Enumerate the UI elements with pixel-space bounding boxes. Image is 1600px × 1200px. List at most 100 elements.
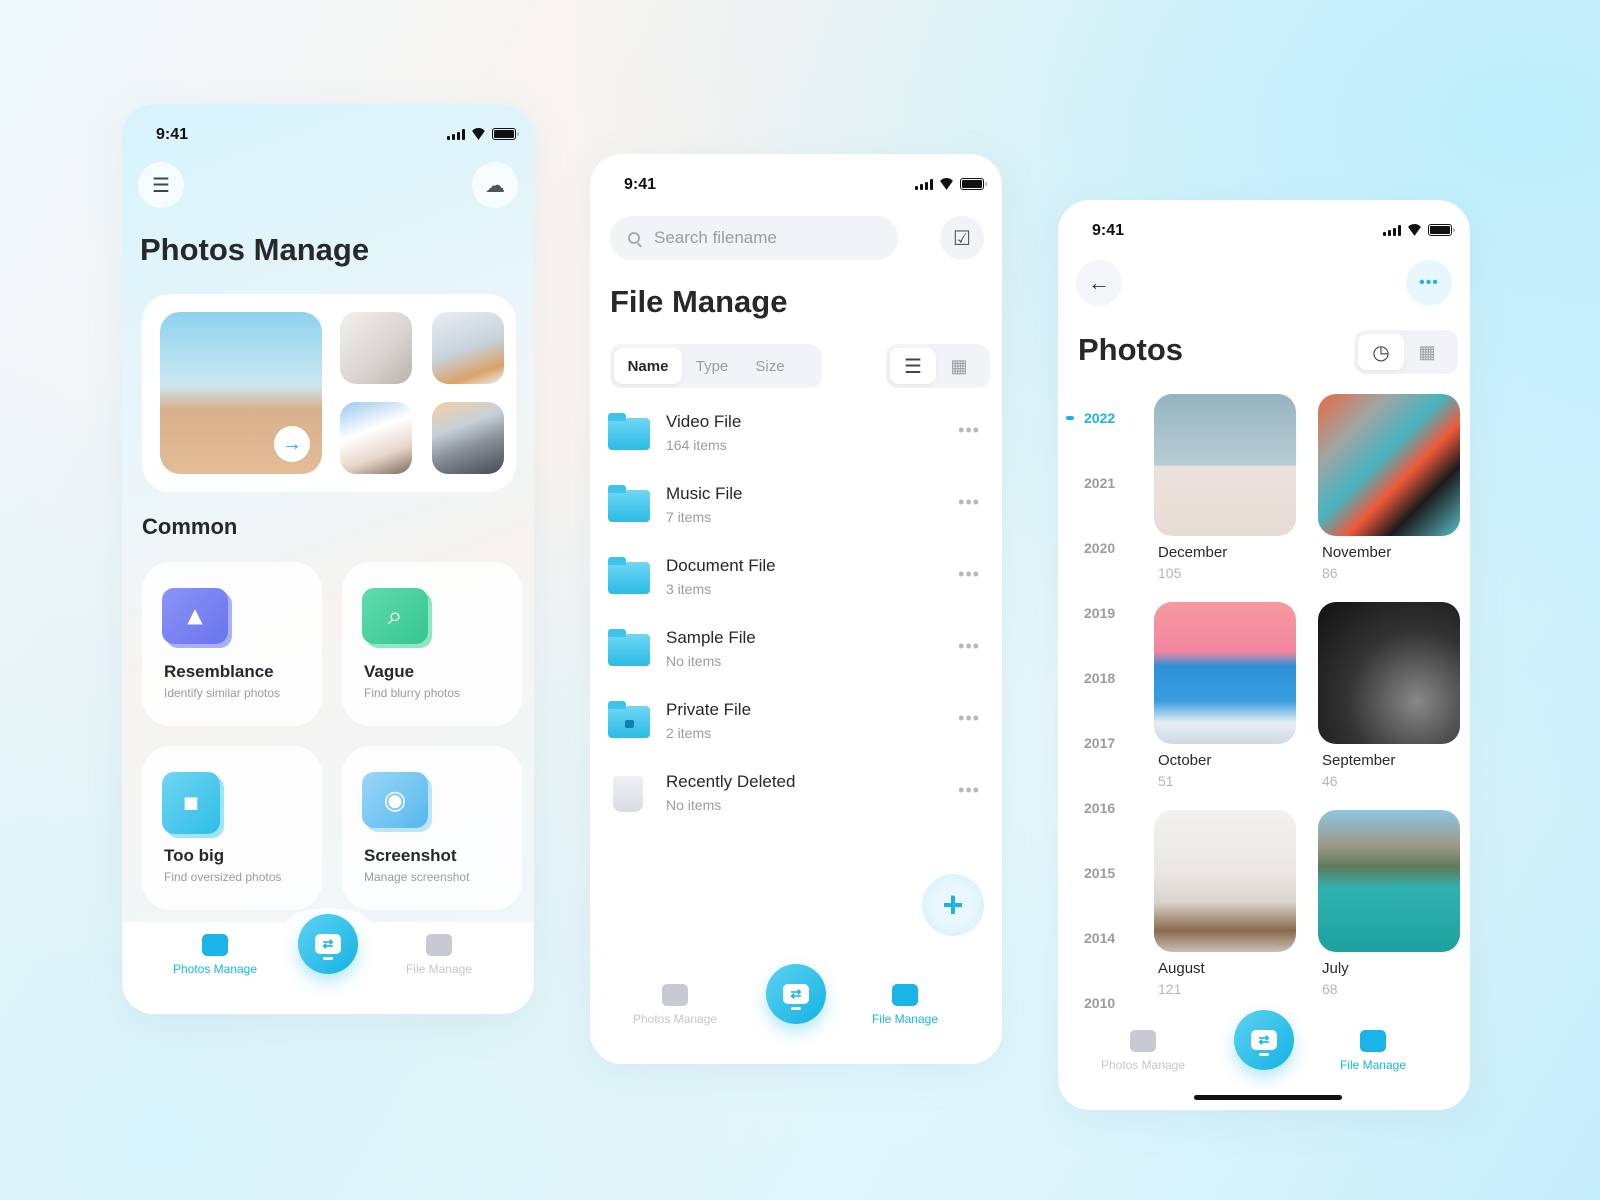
file-row[interactable]: Document File 3 items ••• bbox=[608, 554, 988, 614]
photo-thumbnail[interactable] bbox=[432, 402, 504, 474]
page-title: Photos Manage bbox=[140, 232, 370, 267]
add-button[interactable]: + bbox=[922, 874, 984, 936]
photo-icon bbox=[1130, 1030, 1156, 1052]
screenshot-card[interactable]: ◉ Screenshot Manage screenshot bbox=[342, 746, 522, 910]
month-album[interactable]: August 121 bbox=[1154, 810, 1296, 997]
tab-bar: Photos Manage File Manage ⇄ bbox=[122, 908, 534, 1014]
folder-icon bbox=[426, 934, 452, 956]
transfer-button[interactable]: ⇄ bbox=[766, 964, 826, 1024]
search-input[interactable]: Search filename bbox=[610, 216, 898, 260]
tab-label: File Manage bbox=[1339, 1058, 1407, 1072]
folder-icon bbox=[1360, 1030, 1386, 1052]
month-album[interactable]: September 46 bbox=[1318, 602, 1460, 789]
more-options-icon[interactable]: ••• bbox=[958, 708, 980, 729]
list-view-button[interactable]: ☰ bbox=[890, 348, 936, 384]
grid-icon: ▦ bbox=[1418, 341, 1436, 362]
album-cover bbox=[1318, 602, 1460, 744]
status-bar: 9:41 bbox=[590, 172, 1002, 196]
more-options-icon[interactable]: ••• bbox=[958, 492, 980, 513]
tab-photos-manage[interactable]: Photos Manage bbox=[620, 984, 730, 1026]
photo-thumbnail[interactable] bbox=[432, 312, 504, 384]
sort-type[interactable]: Type bbox=[682, 348, 742, 384]
photo-thumbnail[interactable] bbox=[340, 402, 412, 474]
file-row[interactable]: Private File 2 items ••• bbox=[608, 698, 988, 758]
more-options-icon[interactable]: ••• bbox=[958, 564, 980, 585]
year-item[interactable]: 2020 bbox=[1084, 540, 1144, 556]
vague-card[interactable]: ⌕ Vague Find blurry photos bbox=[342, 562, 522, 726]
tab-file-manage[interactable]: File Manage bbox=[1318, 1030, 1428, 1072]
photos-manage-screen: 9:41 ☰ ☁ Photos Manage → Common ▲ Resemb… bbox=[122, 104, 534, 1014]
year-item[interactable]: 2014 bbox=[1084, 930, 1144, 946]
menu-button[interactable]: ☰ bbox=[138, 162, 184, 208]
card-title: Too big bbox=[164, 846, 225, 865]
monitor-transfer-icon: ⇄ bbox=[1251, 1030, 1277, 1056]
cloud-button[interactable]: ☁ bbox=[472, 162, 518, 208]
month-album[interactable]: November 86 bbox=[1318, 394, 1460, 581]
more-options-icon[interactable]: ••• bbox=[958, 636, 980, 657]
search-icon bbox=[628, 232, 640, 244]
resemblance-card[interactable]: ▲ Resemblance Identify similar photos bbox=[142, 562, 322, 726]
tab-photos-manage[interactable]: Photos Manage bbox=[160, 934, 270, 976]
year-item[interactable]: 2019 bbox=[1084, 605, 1144, 621]
grid-view-button[interactable]: ▦ bbox=[936, 348, 982, 384]
month-album[interactable]: December 105 bbox=[1154, 394, 1296, 581]
open-gallery-button[interactable]: → bbox=[274, 426, 310, 462]
tab-file-manage[interactable]: File Manage bbox=[850, 984, 960, 1026]
year-item[interactable]: 2010 bbox=[1084, 995, 1144, 1011]
monitor-transfer-icon: ⇄ bbox=[783, 984, 809, 1010]
monitor-transfer-icon: ⇄ bbox=[315, 934, 341, 960]
tab-photos-manage[interactable]: Photos Manage bbox=[1088, 1030, 1198, 1072]
month-name: August bbox=[1158, 960, 1205, 977]
page-title: File Manage bbox=[610, 284, 788, 319]
transfer-button[interactable]: ⇄ bbox=[298, 914, 358, 974]
file-count: 3 items bbox=[666, 581, 712, 597]
more-button[interactable]: ••• bbox=[1406, 260, 1452, 306]
grid-view-button[interactable]: ▦ bbox=[1404, 334, 1450, 370]
month-album[interactable]: July 68 bbox=[1318, 810, 1460, 997]
year-item[interactable]: 2021 bbox=[1084, 475, 1144, 491]
sort-size[interactable]: Size bbox=[742, 348, 798, 384]
month-name: October bbox=[1158, 752, 1212, 769]
arrow-left-icon: ← bbox=[1088, 270, 1110, 295]
year-item[interactable]: 2018 bbox=[1084, 670, 1144, 686]
month-album[interactable]: October 51 bbox=[1154, 602, 1296, 789]
cloud-icon: ☁ bbox=[485, 174, 505, 197]
sort-name[interactable]: Name bbox=[614, 348, 682, 384]
month-name: September bbox=[1322, 752, 1396, 769]
status-time: 9:41 bbox=[624, 176, 657, 193]
tab-label: Photos Manage bbox=[172, 962, 258, 976]
folder-icon bbox=[608, 485, 650, 522]
card-subtitle: Find blurry photos bbox=[364, 686, 461, 700]
back-button[interactable]: ← bbox=[1076, 260, 1122, 306]
photo-thumbnail[interactable] bbox=[340, 312, 412, 384]
more-options-icon[interactable]: ••• bbox=[958, 420, 980, 441]
more-options-icon[interactable]: ••• bbox=[958, 780, 980, 801]
transfer-button[interactable]: ⇄ bbox=[1234, 1010, 1294, 1070]
file-count: 164 items bbox=[666, 437, 727, 453]
status-bar: 9:41 bbox=[1058, 218, 1470, 242]
year-item[interactable]: 2015 bbox=[1084, 865, 1144, 881]
file-row[interactable]: Music File 7 items ••• bbox=[608, 482, 988, 542]
arrow-right-icon: → bbox=[282, 432, 302, 455]
card-subtitle: Identify similar photos bbox=[164, 686, 281, 700]
plus-icon: + bbox=[942, 884, 964, 925]
timeline-view-button[interactable]: ◷ bbox=[1358, 334, 1404, 370]
tab-label: File Manage bbox=[405, 962, 473, 976]
file-row[interactable]: Recently Deleted No items ••• bbox=[608, 770, 988, 830]
photo-count: 86 bbox=[1322, 565, 1338, 581]
photo-count: 46 bbox=[1322, 773, 1338, 789]
photo-gallery-card[interactable]: → bbox=[142, 294, 516, 492]
featured-photo[interactable]: → bbox=[160, 312, 322, 474]
too-big-card[interactable]: ■ Too big Find oversized photos bbox=[142, 746, 322, 910]
wifi-icon bbox=[938, 178, 955, 190]
select-button[interactable]: ☑ bbox=[940, 216, 984, 260]
tab-label: File Manage bbox=[871, 1012, 939, 1026]
tab-file-manage[interactable]: File Manage bbox=[384, 934, 494, 976]
year-item[interactable]: 2022 bbox=[1066, 410, 1144, 426]
file-name: Document File bbox=[666, 556, 776, 575]
year-item[interactable]: 2017 bbox=[1084, 735, 1144, 751]
more-icon: ••• bbox=[1419, 274, 1439, 291]
file-row[interactable]: Video File 164 items ••• bbox=[608, 410, 988, 470]
file-row[interactable]: Sample File No items ••• bbox=[608, 626, 988, 686]
year-item[interactable]: 2016 bbox=[1084, 800, 1144, 816]
